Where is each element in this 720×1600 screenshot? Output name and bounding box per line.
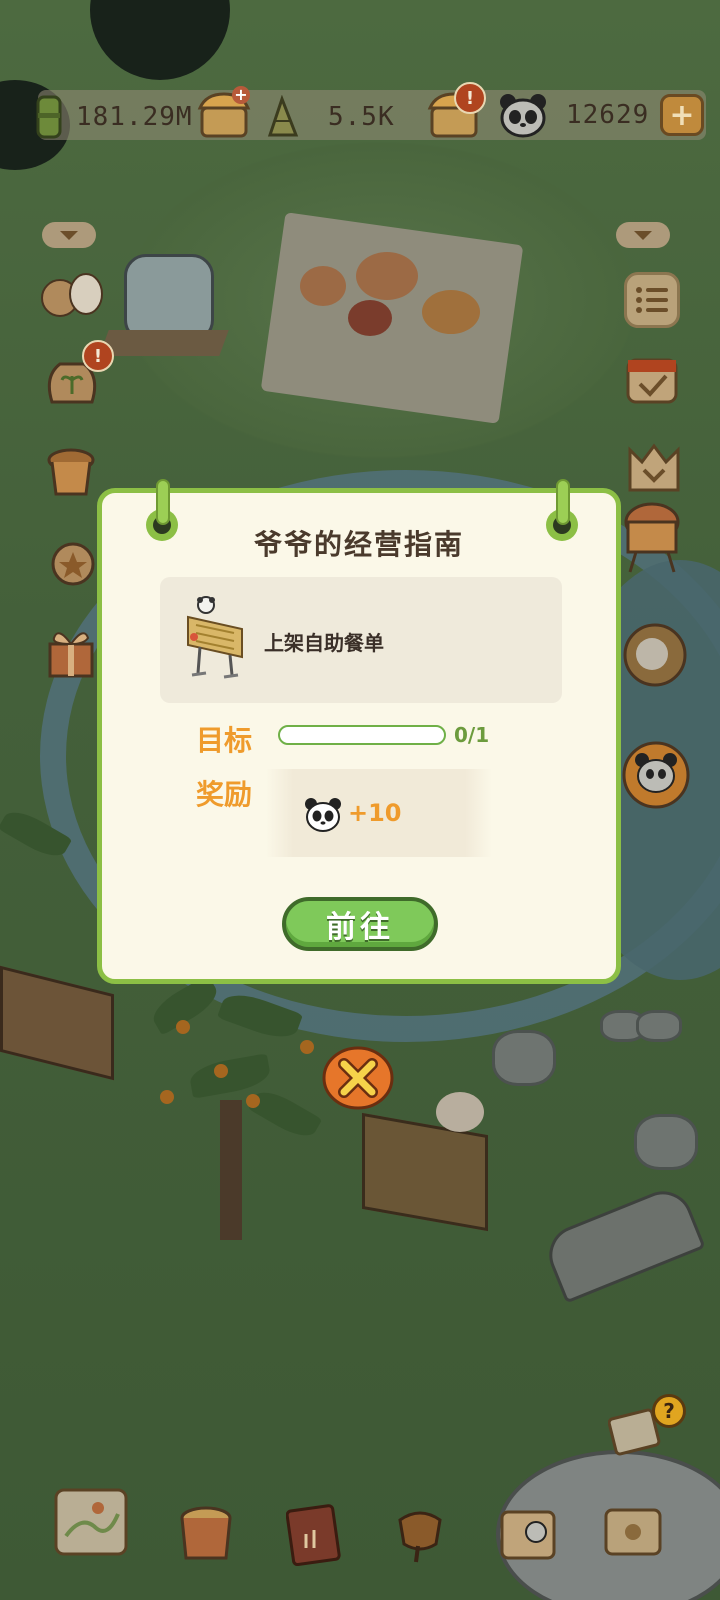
- stall: [0, 965, 114, 1081]
- chevron-down-icon: [634, 231, 652, 240]
- panda-coin-reward-icon: [305, 798, 341, 832]
- fruit: [176, 1020, 190, 1034]
- close-icon: [322, 1046, 394, 1110]
- mug-button[interactable]: [42, 444, 100, 502]
- character-event-button[interactable]: [622, 620, 688, 690]
- menu-board-icon: [187, 596, 243, 679]
- chevron-down-icon: [60, 231, 78, 240]
- bamboo-resource: 181.29M: [28, 92, 193, 142]
- character-portrait-icon: [623, 623, 687, 687]
- panda-coin-value: 12629: [566, 100, 650, 130]
- add-shop-icon: +: [232, 86, 250, 104]
- calendar-check-icon: [626, 358, 678, 404]
- food-plate: [422, 290, 480, 334]
- panda-coin-icon: [498, 92, 548, 138]
- task-progress-bar: [278, 725, 446, 745]
- mug-icon: [47, 448, 95, 496]
- drum-event-button[interactable]: [622, 500, 682, 576]
- panda-coin-resource: 12629: [498, 90, 649, 140]
- friends-button[interactable]: [38, 266, 108, 320]
- go-button[interactable]: 前往: [282, 897, 438, 951]
- guide-dialog: 爷爷的经营指南 上架自助餐单 目标 0/1 奖励 +10 前往: [97, 479, 621, 984]
- drum-icon: [624, 502, 680, 573]
- reward-label: 奖励: [196, 778, 253, 811]
- tv-decoration: [124, 254, 214, 342]
- gift-icon: [48, 632, 94, 678]
- crown-icon: [628, 443, 680, 492]
- tools-button[interactable]: [392, 1504, 448, 1564]
- panda-ear-shadow: [90, 0, 230, 80]
- rock: [636, 1010, 682, 1042]
- right-collapse-button[interactable]: [616, 222, 670, 248]
- stone-bridge: [540, 1182, 706, 1304]
- paint-bucket-icon: [180, 1506, 232, 1560]
- bear-bunny-icon: [41, 273, 103, 317]
- bamboo-shoot-icon: [262, 95, 304, 139]
- target-label: 目标: [196, 724, 253, 757]
- basket-icon: [398, 1511, 442, 1563]
- task-description: 上架自助餐单: [264, 631, 384, 655]
- task-list-button[interactable]: [624, 272, 680, 328]
- close-button[interactable]: [322, 1046, 394, 1110]
- clipboard-bubble: [436, 1092, 484, 1132]
- food-plate: [348, 300, 392, 336]
- progress-text: 0/1: [454, 723, 490, 747]
- tv-bench: [99, 330, 229, 356]
- food-plate: [356, 252, 418, 300]
- menu-book-button[interactable]: [286, 1504, 342, 1566]
- menu-book-icon: [286, 1504, 341, 1566]
- tree-leaf: [247, 1084, 323, 1144]
- star-bag-icon: [51, 542, 95, 586]
- reward-value: +10: [348, 799, 402, 827]
- list-icon: [636, 287, 668, 313]
- panda-event-button[interactable]: [620, 740, 692, 810]
- bamboo-shoot-resource: 5.5K: [262, 92, 395, 142]
- map-button[interactable]: [52, 1484, 130, 1560]
- picnic-blanket: [260, 212, 524, 424]
- bamboo-value: 181.29M: [76, 102, 193, 132]
- calendar-button[interactable]: [624, 350, 680, 406]
- task-card: 上架自助餐单: [160, 577, 562, 703]
- panda-card-icon: [500, 1510, 556, 1560]
- tree-trunk: [220, 1100, 242, 1240]
- fruit: [300, 1040, 314, 1054]
- notice-board: [362, 1112, 488, 1232]
- food-plate: [300, 266, 346, 306]
- rock: [492, 1030, 556, 1086]
- star-bag-button[interactable]: [48, 532, 98, 588]
- wardrobe-icon: [604, 1508, 662, 1556]
- wardrobe-button[interactable]: [602, 1504, 664, 1560]
- market-alert-badge: !: [454, 82, 486, 114]
- left-collapse-button[interactable]: [42, 222, 96, 248]
- crown-button[interactable]: [626, 440, 682, 494]
- plus-icon: +: [669, 97, 695, 133]
- fruit: [246, 1094, 260, 1108]
- paint-bucket-button[interactable]: [176, 1504, 236, 1564]
- shop-button[interactable]: +: [196, 86, 252, 140]
- seed-alert-badge: !: [82, 340, 114, 372]
- add-panda-coin-button[interactable]: +: [660, 94, 704, 136]
- panda-card-button[interactable]: [498, 1504, 558, 1564]
- help-question-badge: ?: [652, 1394, 686, 1428]
- fruit: [214, 1064, 228, 1078]
- panda-portrait-icon: [622, 741, 690, 809]
- rock: [634, 1114, 698, 1170]
- bamboo-icon: [28, 95, 68, 139]
- fruit: [160, 1090, 174, 1104]
- map-icon: [54, 1488, 128, 1556]
- dialog-title: 爷爷的经营指南: [253, 528, 464, 561]
- bamboo-shoot-value: 5.5K: [328, 102, 395, 132]
- gift-button[interactable]: [44, 622, 98, 680]
